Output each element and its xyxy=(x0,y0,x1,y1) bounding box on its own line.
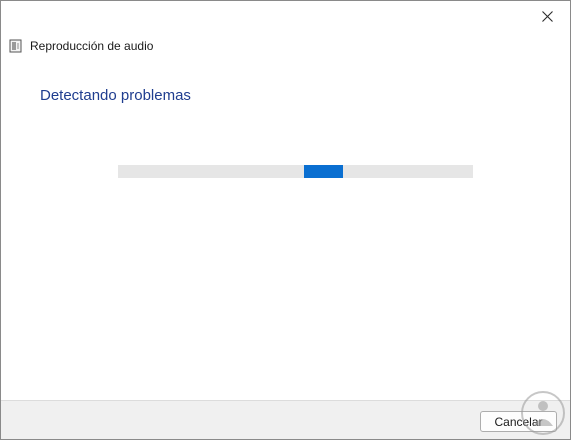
progress-bar xyxy=(118,165,473,178)
audio-troubleshooter-icon xyxy=(9,39,23,53)
close-icon xyxy=(541,10,553,22)
close-button[interactable] xyxy=(524,1,570,31)
progress-indicator xyxy=(304,165,343,178)
dialog-footer: Cancelar xyxy=(1,400,570,439)
window-title: Reproducción de audio xyxy=(30,39,154,53)
cancel-button[interactable]: Cancelar xyxy=(480,411,557,432)
window-titlebar: Reproducción de audio xyxy=(9,37,153,55)
page-heading: Detectando problemas xyxy=(40,87,191,104)
troubleshooter-window: Reproducción de audio Detectando problem… xyxy=(0,0,571,440)
